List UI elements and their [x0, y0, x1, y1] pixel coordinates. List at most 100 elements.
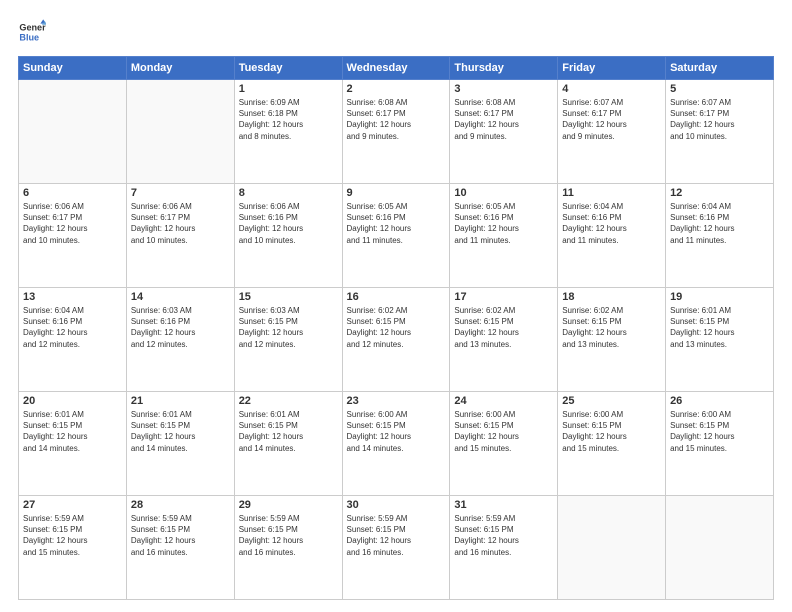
day-number: 13: [23, 291, 122, 303]
day-info: Sunrise: 5:59 AM Sunset: 6:15 PM Dayligh…: [131, 513, 230, 558]
day-info: Sunrise: 6:01 AM Sunset: 6:15 PM Dayligh…: [131, 409, 230, 454]
day-number: 29: [239, 499, 338, 511]
calendar-cell: 20 Sunrise: 6:01 AM Sunset: 6:15 PM Dayli…: [19, 392, 127, 496]
day-info: Sunrise: 6:00 AM Sunset: 6:15 PM Dayligh…: [670, 409, 769, 454]
calendar-week-row: 6 Sunrise: 6:06 AM Sunset: 6:17 PM Daylig…: [19, 184, 774, 288]
weekday-header: Friday: [558, 57, 666, 80]
day-number: 24: [454, 395, 553, 407]
calendar-cell: [126, 80, 234, 184]
day-info: Sunrise: 5:59 AM Sunset: 6:15 PM Dayligh…: [23, 513, 122, 558]
day-info: Sunrise: 6:05 AM Sunset: 6:16 PM Dayligh…: [454, 201, 553, 246]
calendar-cell: 22 Sunrise: 6:01 AM Sunset: 6:15 PM Dayli…: [234, 392, 342, 496]
weekday-header: Tuesday: [234, 57, 342, 80]
calendar-cell: 25 Sunrise: 6:00 AM Sunset: 6:15 PM Dayli…: [558, 392, 666, 496]
calendar-week-row: 27 Sunrise: 5:59 AM Sunset: 6:15 PM Dayli…: [19, 496, 774, 600]
calendar-cell: 17 Sunrise: 6:02 AM Sunset: 6:15 PM Dayli…: [450, 288, 558, 392]
day-number: 25: [562, 395, 661, 407]
calendar-cell: 4 Sunrise: 6:07 AM Sunset: 6:17 PM Daylig…: [558, 80, 666, 184]
calendar-cell: 3Sunrise: 6:08 AM Sunset: 6:17 PM Daylig…: [450, 80, 558, 184]
day-info: Sunrise: 6:04 AM Sunset: 6:16 PM Dayligh…: [23, 305, 122, 350]
calendar-cell: 28 Sunrise: 5:59 AM Sunset: 6:15 PM Dayli…: [126, 496, 234, 600]
logo: General Blue: [18, 18, 46, 46]
day-number: 11: [562, 187, 661, 199]
day-info: Sunrise: 6:08 AM Sunset: 6:17 PM Dayligh…: [347, 97, 446, 142]
day-number: 8: [239, 187, 338, 199]
calendar-cell: 6 Sunrise: 6:06 AM Sunset: 6:17 PM Daylig…: [19, 184, 127, 288]
day-number: 14: [131, 291, 230, 303]
day-info: Sunrise: 6:01 AM Sunset: 6:15 PM Dayligh…: [670, 305, 769, 350]
calendar-cell: [558, 496, 666, 600]
calendar-cell: 10 Sunrise: 6:05 AM Sunset: 6:16 PM Dayli…: [450, 184, 558, 288]
day-number: 1: [239, 83, 338, 95]
day-info: Sunrise: 6:04 AM Sunset: 6:16 PM Dayligh…: [670, 201, 769, 246]
day-number: 10: [454, 187, 553, 199]
day-number: 15: [239, 291, 338, 303]
day-number: 17: [454, 291, 553, 303]
day-number: 30: [347, 499, 446, 511]
day-number: 21: [131, 395, 230, 407]
day-number: 6: [23, 187, 122, 199]
day-info: Sunrise: 6:01 AM Sunset: 6:15 PM Dayligh…: [239, 409, 338, 454]
calendar-cell: 18 Sunrise: 6:02 AM Sunset: 6:15 PM Dayli…: [558, 288, 666, 392]
day-number: 27: [23, 499, 122, 511]
day-number: 5: [670, 83, 769, 95]
header: General Blue: [18, 18, 774, 46]
day-info: Sunrise: 6:03 AM Sunset: 6:16 PM Dayligh…: [131, 305, 230, 350]
day-info: Sunrise: 6:09 AM Sunset: 6:18 PM Dayligh…: [239, 97, 338, 142]
day-info: Sunrise: 6:07 AM Sunset: 6:17 PM Dayligh…: [670, 97, 769, 142]
day-info: Sunrise: 6:06 AM Sunset: 6:17 PM Dayligh…: [131, 201, 230, 246]
weekday-header-row: SundayMondayTuesdayWednesdayThursdayFrid…: [19, 57, 774, 80]
page: General Blue SundayMondayTuesdayWednesda…: [0, 0, 792, 612]
calendar-week-row: 1 Sunrise: 6:09 AM Sunset: 6:18 PM Daylig…: [19, 80, 774, 184]
day-info: Sunrise: 6:06 AM Sunset: 6:16 PM Dayligh…: [239, 201, 338, 246]
day-number: 20: [23, 395, 122, 407]
calendar-cell: 19 Sunrise: 6:01 AM Sunset: 6:15 PM Dayli…: [666, 288, 774, 392]
day-info: Sunrise: 6:01 AM Sunset: 6:15 PM Dayligh…: [23, 409, 122, 454]
weekday-header: Thursday: [450, 57, 558, 80]
calendar-cell: 14 Sunrise: 6:03 AM Sunset: 6:16 PM Dayli…: [126, 288, 234, 392]
svg-text:General: General: [19, 23, 46, 33]
day-info: Sunrise: 6:03 AM Sunset: 6:15 PM Dayligh…: [239, 305, 338, 350]
day-info: Sunrise: 6:07 AM Sunset: 6:17 PM Dayligh…: [562, 97, 661, 142]
day-info: Sunrise: 5:59 AM Sunset: 6:15 PM Dayligh…: [347, 513, 446, 558]
day-info: Sunrise: 6:02 AM Sunset: 6:15 PM Dayligh…: [454, 305, 553, 350]
calendar-cell: 7 Sunrise: 6:06 AM Sunset: 6:17 PM Daylig…: [126, 184, 234, 288]
calendar-cell: 13 Sunrise: 6:04 AM Sunset: 6:16 PM Dayli…: [19, 288, 127, 392]
day-number: 4: [562, 83, 661, 95]
weekday-header: Sunday: [19, 57, 127, 80]
day-info: Sunrise: 6:06 AM Sunset: 6:17 PM Dayligh…: [23, 201, 122, 246]
day-info: Sunrise: 5:59 AM Sunset: 6:15 PM Dayligh…: [239, 513, 338, 558]
day-number: 9: [347, 187, 446, 199]
calendar-cell: 30 Sunrise: 5:59 AM Sunset: 6:15 PM Dayli…: [342, 496, 450, 600]
day-info: Sunrise: 5:59 AM Sunset: 6:15 PM Dayligh…: [454, 513, 553, 558]
calendar-cell: 1 Sunrise: 6:09 AM Sunset: 6:18 PM Daylig…: [234, 80, 342, 184]
weekday-header: Monday: [126, 57, 234, 80]
day-number: 22: [239, 395, 338, 407]
day-number: 23: [347, 395, 446, 407]
day-number: 7: [131, 187, 230, 199]
calendar-cell: 26Sunrise: 6:00 AM Sunset: 6:15 PM Dayli…: [666, 392, 774, 496]
day-info: Sunrise: 6:00 AM Sunset: 6:15 PM Dayligh…: [562, 409, 661, 454]
calendar-table: SundayMondayTuesdayWednesdayThursdayFrid…: [18, 56, 774, 600]
day-number: 19: [670, 291, 769, 303]
weekday-header: Saturday: [666, 57, 774, 80]
day-number: 28: [131, 499, 230, 511]
calendar-cell: 12 Sunrise: 6:04 AM Sunset: 6:16 PM Dayli…: [666, 184, 774, 288]
svg-text:Blue: Blue: [19, 32, 39, 42]
calendar-cell: 29 Sunrise: 5:59 AM Sunset: 6:15 PM Dayli…: [234, 496, 342, 600]
day-info: Sunrise: 6:00 AM Sunset: 6:15 PM Dayligh…: [454, 409, 553, 454]
day-info: Sunrise: 6:02 AM Sunset: 6:15 PM Dayligh…: [562, 305, 661, 350]
calendar-cell: 21 Sunrise: 6:01 AM Sunset: 6:15 PM Dayli…: [126, 392, 234, 496]
day-info: Sunrise: 6:02 AM Sunset: 6:15 PM Dayligh…: [347, 305, 446, 350]
calendar-cell: 16Sunrise: 6:02 AM Sunset: 6:15 PM Dayli…: [342, 288, 450, 392]
calendar-week-row: 20 Sunrise: 6:01 AM Sunset: 6:15 PM Dayli…: [19, 392, 774, 496]
calendar-cell: 27 Sunrise: 5:59 AM Sunset: 6:15 PM Dayli…: [19, 496, 127, 600]
day-number: 31: [454, 499, 553, 511]
calendar-cell: [19, 80, 127, 184]
day-number: 12: [670, 187, 769, 199]
calendar-cell: 9Sunrise: 6:05 AM Sunset: 6:16 PM Daylig…: [342, 184, 450, 288]
weekday-header: Wednesday: [342, 57, 450, 80]
calendar-cell: 23Sunrise: 6:00 AM Sunset: 6:15 PM Dayli…: [342, 392, 450, 496]
logo-icon: General Blue: [18, 18, 46, 46]
day-number: 18: [562, 291, 661, 303]
